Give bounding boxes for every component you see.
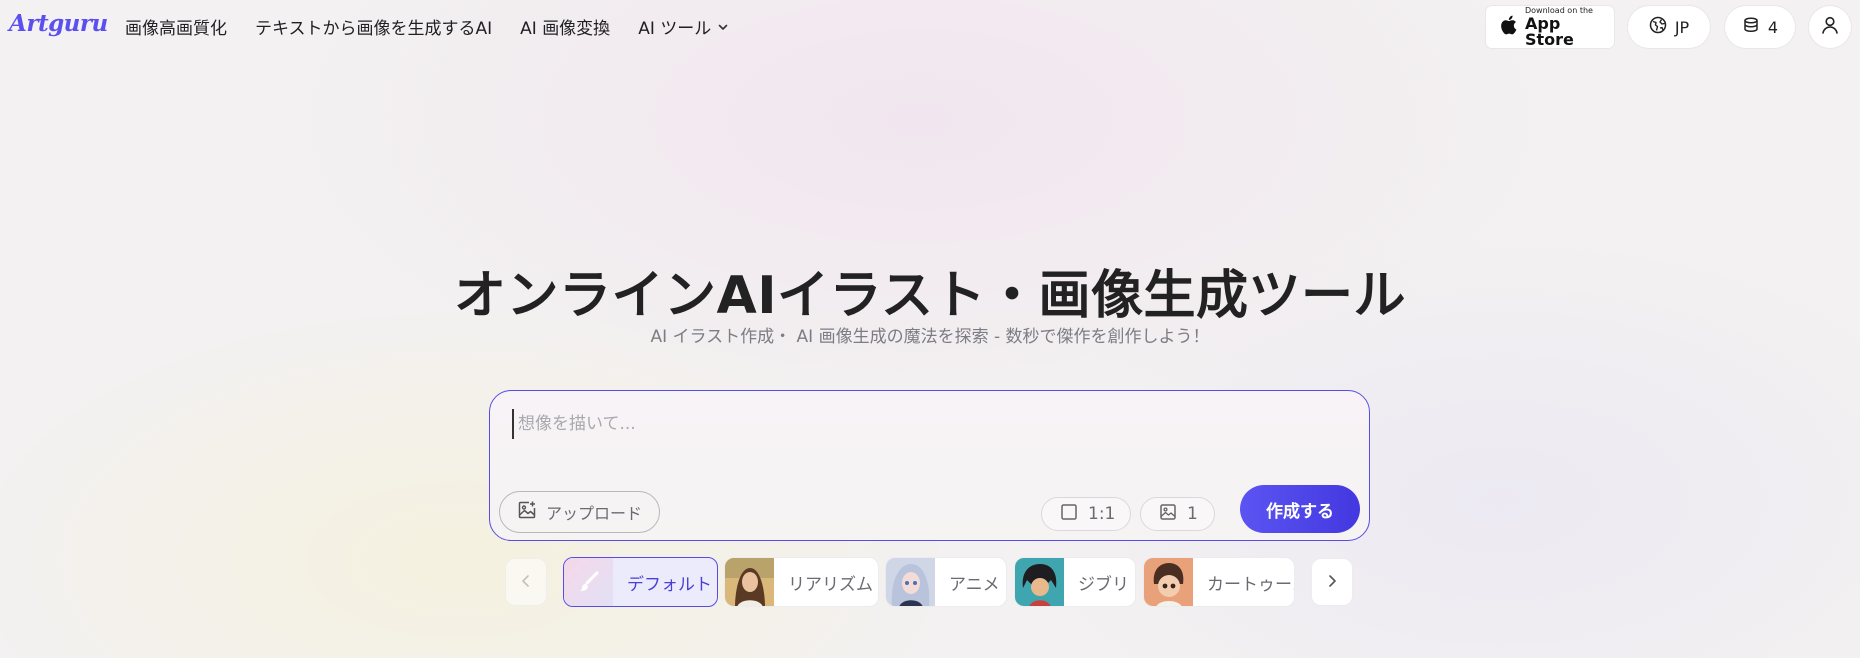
- credits-count: 4: [1767, 17, 1779, 37]
- nav-text-to-image-label: テキストから画像を生成するAI: [255, 19, 493, 39]
- square-ratio-icon: [1060, 503, 1078, 526]
- upload-button[interactable]: アップロード: [499, 491, 660, 533]
- apple-icon: [1498, 14, 1518, 40]
- top-nav-bar: Artguru 画像高画質化 テキストから画像を生成するAI AI 画像変換 A…: [0, 0, 1860, 54]
- style-label: アニメ: [949, 574, 1000, 595]
- styles-next-button[interactable]: [1311, 558, 1353, 606]
- aspect-ratio-selector[interactable]: 1:1: [1041, 497, 1131, 531]
- style-chip-anime[interactable]: アニメ: [885, 557, 1007, 607]
- style-chip-default[interactable]: デフォルト: [563, 557, 718, 607]
- language-label: JP: [1674, 17, 1690, 37]
- style-chip-ghibli[interactable]: ジブリ: [1014, 557, 1136, 607]
- page-subtitle: AI イラスト作成・ AI 画像生成の魔法を探索 - 数秒で傑作を創作しよう！: [650, 327, 1210, 347]
- chevron-right-icon: [1326, 573, 1338, 592]
- image-count-value: 1: [1187, 504, 1198, 524]
- upload-label: アップロード: [546, 504, 643, 523]
- nav-ai-tools-dropdown[interactable]: AI ツール: [638, 14, 729, 39]
- style-chip-realism[interactable]: リアリズム: [724, 557, 879, 607]
- main-nav: 画像高画質化 テキストから画像を生成するAI AI 画像変換 AI ツール: [125, 14, 729, 39]
- nav-upscale[interactable]: 画像高画質化: [125, 14, 227, 39]
- user-icon: [1820, 15, 1840, 39]
- style-label: デフォルト: [627, 574, 712, 595]
- app-store-badge[interactable]: Download on the App Store: [1486, 6, 1614, 48]
- prompt-box: アップロード 1:1 1 作成する: [489, 390, 1370, 541]
- nav-image-transform-label: AI 画像変換: [520, 19, 611, 39]
- aspect-ratio-value: 1:1: [1088, 504, 1116, 524]
- language-selector[interactable]: JP: [1628, 6, 1710, 48]
- prompt-input[interactable]: [512, 409, 1332, 439]
- credits-counter[interactable]: 4: [1725, 6, 1795, 48]
- chevron-down-icon: [717, 21, 729, 33]
- style-chip-cartoon[interactable]: カートゥーン: [1143, 557, 1295, 607]
- image-icon: [1159, 503, 1177, 526]
- style-label: カートゥーン: [1207, 574, 1294, 595]
- chevron-left-icon: [520, 573, 532, 592]
- style-label: リアリズム: [788, 574, 873, 595]
- artguru-logo[interactable]: Artguru: [9, 10, 108, 37]
- globe-icon: [1649, 16, 1667, 38]
- anime-thumbnail: [886, 558, 935, 606]
- realism-thumbnail: [725, 558, 774, 606]
- image-upload-icon: [517, 500, 537, 524]
- style-label: ジブリ: [1078, 574, 1129, 595]
- nav-ai-tools-label: AI ツール: [638, 19, 712, 39]
- image-count-selector[interactable]: 1: [1140, 497, 1215, 531]
- styles-prev-button[interactable]: [505, 558, 547, 606]
- style-selector: デフォルト リアリズム アニメ ジブリ カートゥーン: [563, 557, 1295, 607]
- create-button[interactable]: 作成する: [1240, 485, 1360, 533]
- app-store-text: Download on the App Store: [1525, 6, 1614, 49]
- cartoon-thumbnail: [1144, 558, 1193, 606]
- app-store-big-text: App Store: [1525, 13, 1574, 49]
- brush-icon: [564, 558, 613, 606]
- user-account-button[interactable]: [1809, 6, 1851, 48]
- ghibli-thumbnail: [1015, 558, 1064, 606]
- nav-upscale-label: 画像高画質化: [125, 19, 227, 39]
- nav-text-to-image[interactable]: テキストから画像を生成するAI: [255, 14, 492, 39]
- page-title: オンラインAIイラスト・画像生成ツール: [453, 266, 1407, 326]
- coins-stack-icon: [1742, 16, 1760, 38]
- nav-image-transform[interactable]: AI 画像変換: [520, 14, 610, 39]
